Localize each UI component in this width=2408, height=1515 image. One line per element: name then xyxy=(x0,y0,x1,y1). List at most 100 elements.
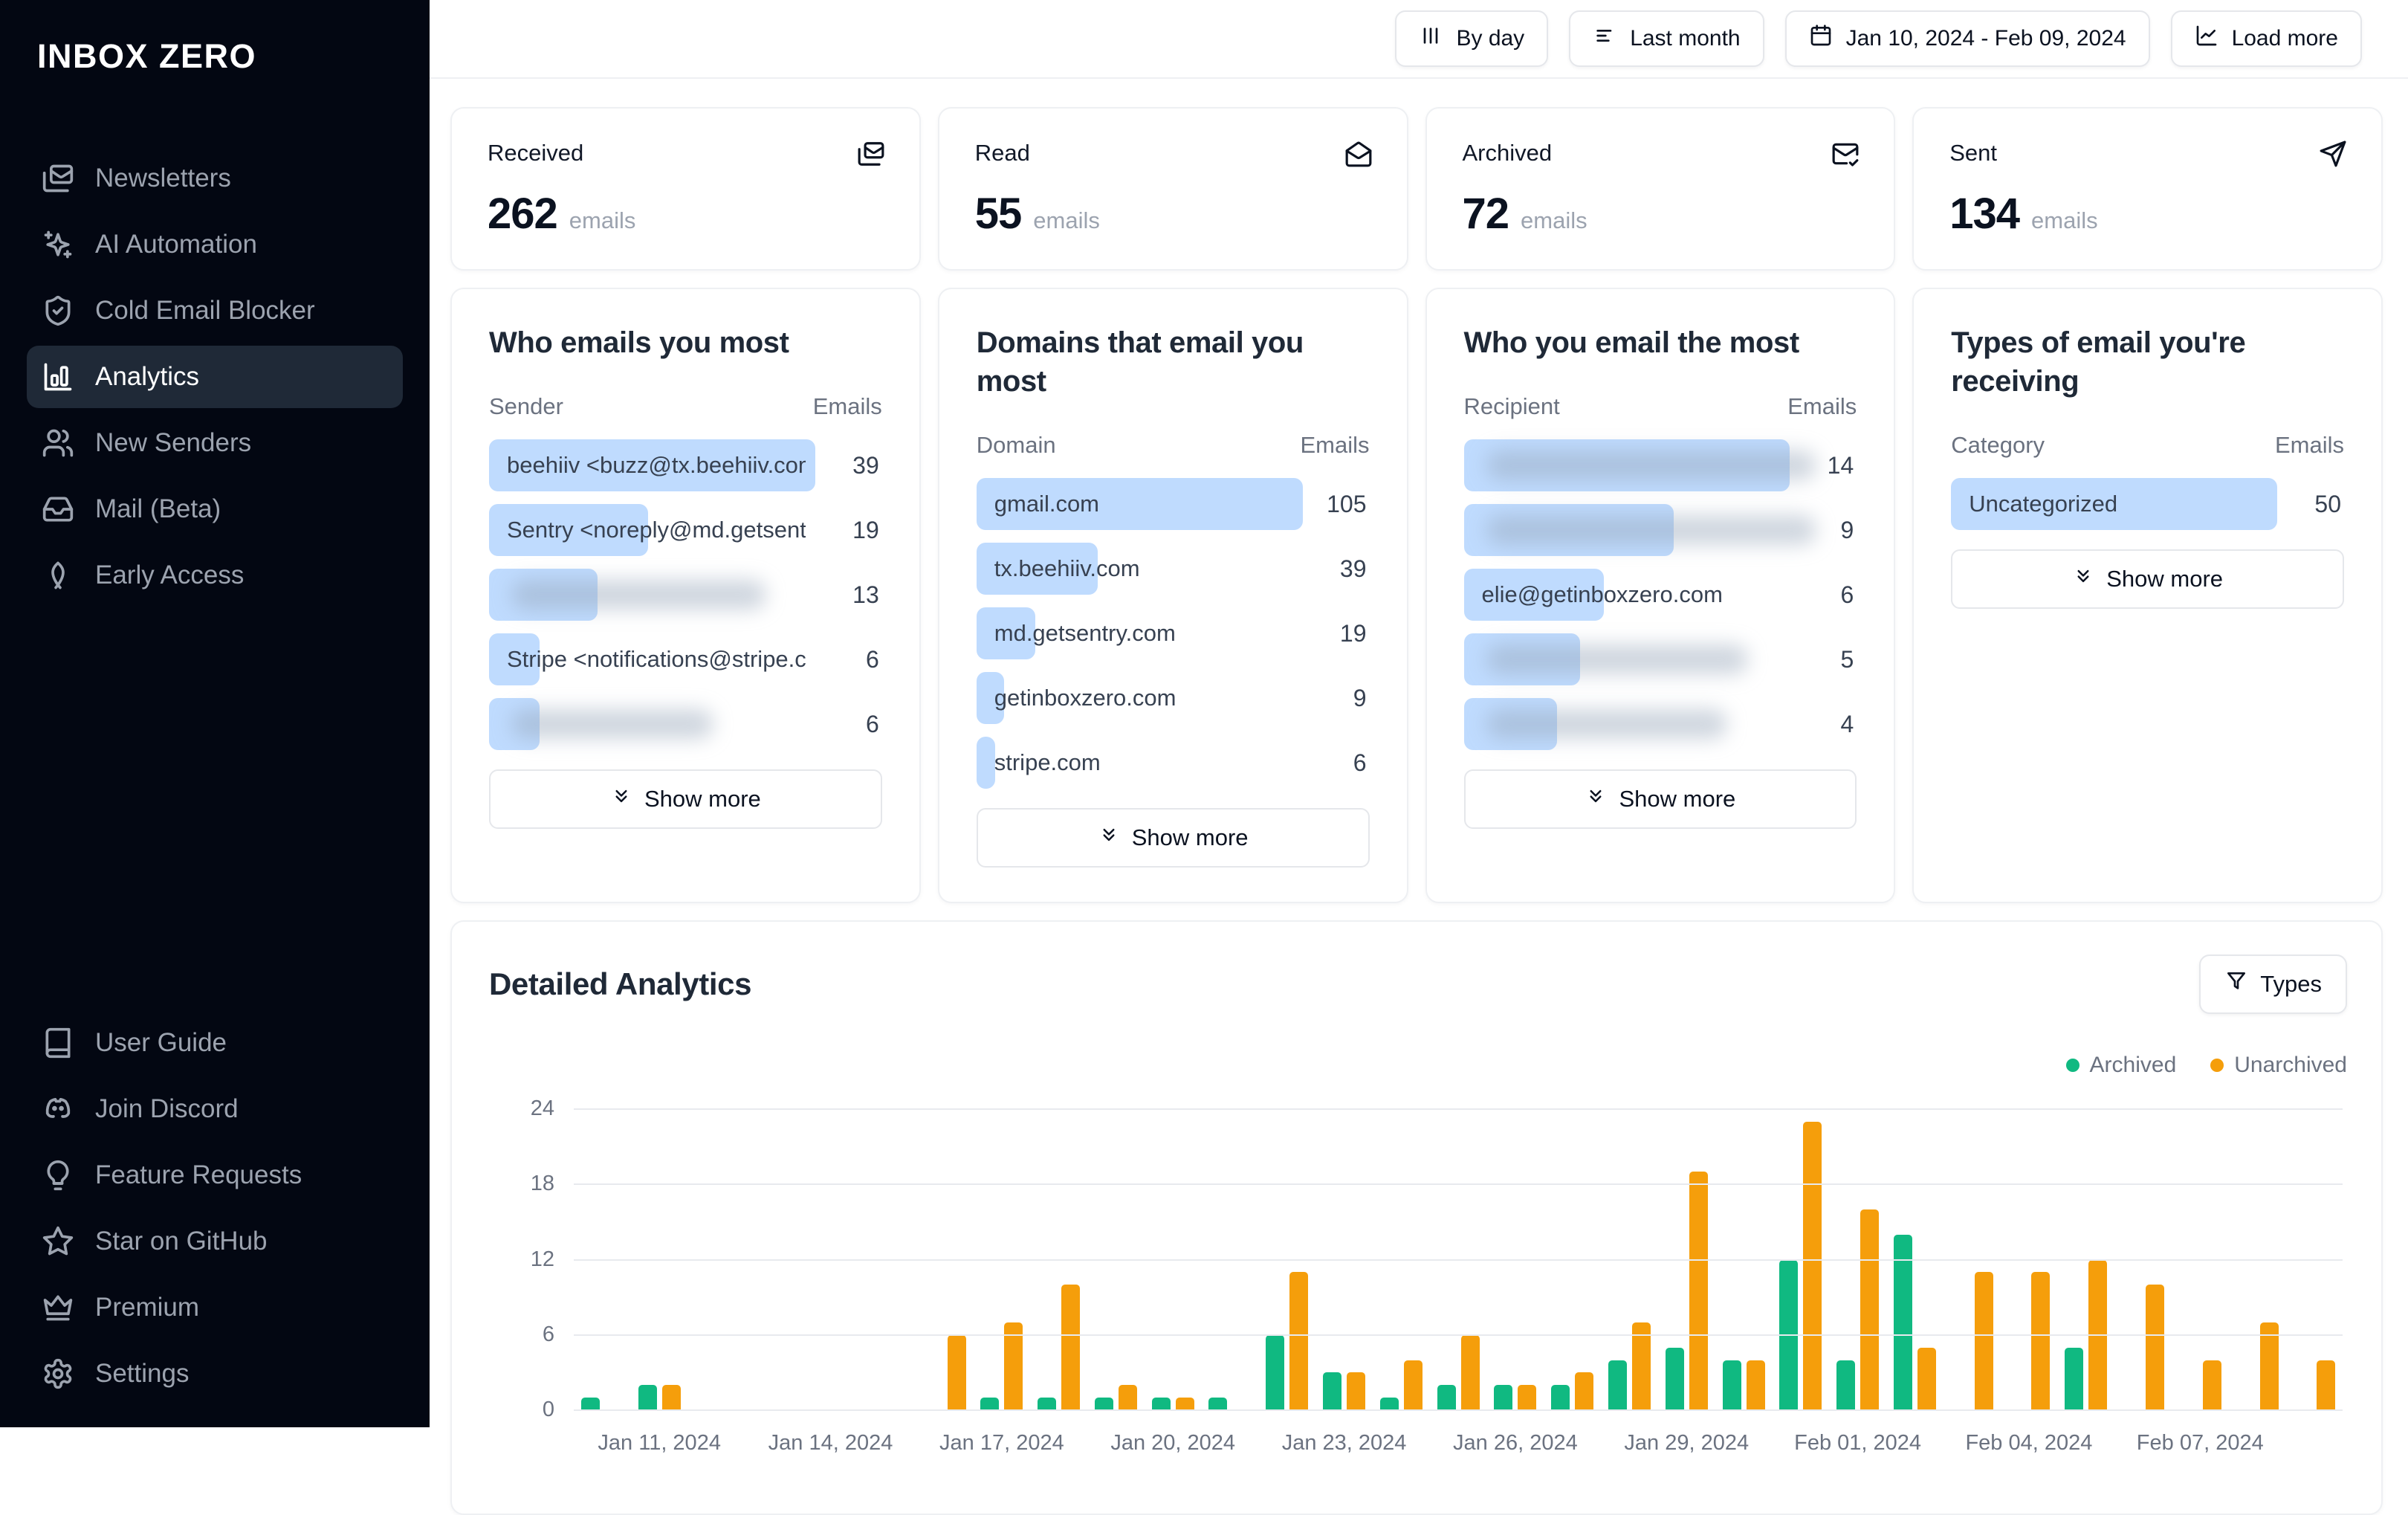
sidebar-item-early-access[interactable]: Early Access xyxy=(27,544,403,607)
list-item[interactable]: 9 xyxy=(1463,504,1857,556)
archived-bar[interactable] xyxy=(2065,1347,2084,1410)
stats-row: Received 262 emails Read 55 emails Archived 72 e… xyxy=(450,107,2383,271)
types-filter-button[interactable]: Types xyxy=(2199,954,2347,1014)
x-axis-label: Jan 11, 2024 xyxy=(598,1431,721,1455)
unarchived-bar[interactable] xyxy=(1518,1385,1537,1410)
list-item-value: 6 xyxy=(865,711,879,737)
last-month-button[interactable]: Last month xyxy=(1569,10,1764,67)
star-icon xyxy=(42,1225,74,1258)
archived-bar[interactable] xyxy=(1208,1398,1228,1410)
unarchived-bar[interactable] xyxy=(1974,1272,1993,1410)
blurred-text xyxy=(511,580,767,610)
archived-bar[interactable] xyxy=(1665,1347,1684,1410)
unarchived-bar[interactable] xyxy=(2317,1360,2336,1410)
unarchived-bar[interactable] xyxy=(661,1385,681,1410)
archived-bar[interactable] xyxy=(1608,1360,1627,1410)
unarchived-bar[interactable] xyxy=(1917,1347,1936,1410)
archived-bar[interactable] xyxy=(1323,1372,1342,1410)
load-more-button[interactable]: Load more xyxy=(2170,10,2362,67)
archived-bar[interactable] xyxy=(1266,1334,1285,1410)
list-item[interactable]: gmail.com 105 xyxy=(976,478,1370,530)
list-item-value: 6 xyxy=(1840,581,1854,608)
unarchived-bar[interactable] xyxy=(2145,1285,2164,1410)
unarchived-bar[interactable] xyxy=(2202,1360,2221,1410)
gridline xyxy=(574,1108,2343,1110)
stat-unit: emails xyxy=(569,207,636,233)
sidebar-item-cold-email-blocker[interactable]: Cold Email Blocker xyxy=(27,280,403,342)
unarchived-bar[interactable] xyxy=(1803,1121,1822,1410)
show-more-button[interactable]: Show more xyxy=(976,808,1370,868)
show-more-button[interactable]: Show more xyxy=(1951,549,2344,609)
archived-bar[interactable] xyxy=(1094,1398,1113,1410)
list-item-label: elie@getinboxzero.com xyxy=(1481,581,1723,607)
archived-bar[interactable] xyxy=(1494,1385,1513,1410)
show-more-button[interactable]: Show more xyxy=(1463,769,1857,829)
archived-bar[interactable] xyxy=(1379,1398,1399,1410)
panel-rows: 14 9 elie@getinboxzero.com 6 5 4 xyxy=(1463,439,1857,750)
sidebar-item-premium[interactable]: Premium xyxy=(27,1276,403,1339)
list-item[interactable]: stripe.com 6 xyxy=(976,737,1370,789)
chevrons-down-icon xyxy=(2072,565,2094,593)
jan-10-2024-feb-09-2024-button[interactable]: Jan 10, 2024 - Feb 09, 2024 xyxy=(1784,10,2150,67)
archived-bar[interactable] xyxy=(1893,1234,1912,1410)
unarchived-bar[interactable] xyxy=(1746,1360,1765,1410)
content: Received 262 emails Read 55 emails Archived 72 e… xyxy=(430,79,2408,1515)
archived-bar[interactable] xyxy=(1038,1398,1057,1410)
archived-bar[interactable] xyxy=(1551,1385,1570,1410)
unarchived-bar[interactable] xyxy=(1575,1372,1594,1410)
list-item-value: 6 xyxy=(1353,749,1367,776)
list-item[interactable]: getinboxzero.com 9 xyxy=(976,672,1370,724)
list-item[interactable]: Sentry <noreply@md.getsentry.... 19 xyxy=(489,504,882,556)
sidebar-item-mail-beta[interactable]: Mail (Beta) xyxy=(27,478,403,540)
sidebar-item-new-senders[interactable]: New Senders xyxy=(27,412,403,474)
unarchived-bar[interactable] xyxy=(1860,1209,1880,1410)
blurred-text xyxy=(1486,709,1727,739)
show-more-button[interactable]: Show more xyxy=(489,769,882,829)
show-more-label: Show more xyxy=(644,786,761,812)
list-item[interactable]: md.getsentry.com 19 xyxy=(976,607,1370,659)
list-item[interactable]: 5 xyxy=(1463,633,1857,685)
list-item[interactable]: Stripe <notifications@stripe.co... 6 xyxy=(489,633,882,685)
sidebar-item-newsletters[interactable]: Newsletters xyxy=(27,147,403,210)
list-item[interactable]: beehiiv <buzz@tx.beehiiv.com> 39 xyxy=(489,439,882,491)
archived-bar[interactable] xyxy=(1722,1360,1741,1410)
sidebar-item-feature-requests[interactable]: Feature Requests xyxy=(27,1144,403,1206)
panel-title: Who emails you most xyxy=(489,326,789,359)
unarchived-bar[interactable] xyxy=(1347,1372,1366,1410)
unarchived-bar[interactable] xyxy=(1175,1398,1194,1410)
unarchived-bar[interactable] xyxy=(2031,1272,2051,1410)
unarchived-bar[interactable] xyxy=(1689,1172,1708,1410)
unarchived-bar[interactable] xyxy=(1061,1285,1081,1410)
sidebar-item-label: Settings xyxy=(95,1359,190,1388)
sidebar-item-settings[interactable]: Settings xyxy=(27,1343,403,1405)
unarchived-bar[interactable] xyxy=(1403,1360,1423,1410)
sidebar-item-analytics[interactable]: Analytics xyxy=(27,346,403,408)
list-item[interactable]: tx.beehiiv.com 39 xyxy=(976,543,1370,595)
unarchived-bar[interactable] xyxy=(1118,1385,1137,1410)
legend-item-archived[interactable]: Archived xyxy=(2065,1053,2176,1078)
legend-item-unarchived[interactable]: Unarchived xyxy=(2210,1053,2347,1078)
archived-bar[interactable] xyxy=(980,1398,1000,1410)
archived-bar[interactable] xyxy=(580,1398,600,1410)
list-item[interactable]: 13 xyxy=(489,569,882,621)
archived-bar[interactable] xyxy=(638,1385,657,1410)
column-header: Domain xyxy=(976,432,1056,458)
unarchived-bar[interactable] xyxy=(947,1334,966,1410)
sidebar-item-join-discord[interactable]: Join Discord xyxy=(27,1078,403,1140)
sidebar-item-ai-automation[interactable]: AI Automation xyxy=(27,213,403,276)
sidebar-item-user-guide[interactable]: User Guide xyxy=(27,1012,403,1074)
x-axis-label: Jan 20, 2024 xyxy=(1110,1431,1236,1455)
list-item[interactable]: 6 xyxy=(489,698,882,750)
stat-card-sent: Sent 134 emails xyxy=(1912,107,2383,271)
unarchived-bar[interactable] xyxy=(1460,1334,1480,1410)
list-item[interactable]: Uncategorized 50 xyxy=(1951,478,2344,530)
list-item[interactable]: 14 xyxy=(1463,439,1857,491)
list-item[interactable]: elie@getinboxzero.com 6 xyxy=(1463,569,1857,621)
sidebar-item-star-on-github[interactable]: Star on GitHub xyxy=(27,1210,403,1273)
unarchived-bar[interactable] xyxy=(1289,1272,1309,1410)
archived-bar[interactable] xyxy=(1437,1385,1456,1410)
list-item[interactable]: 4 xyxy=(1463,698,1857,750)
archived-bar[interactable] xyxy=(1151,1398,1171,1410)
by-day-button[interactable]: By day xyxy=(1395,10,1549,67)
archived-bar[interactable] xyxy=(1836,1360,1856,1410)
